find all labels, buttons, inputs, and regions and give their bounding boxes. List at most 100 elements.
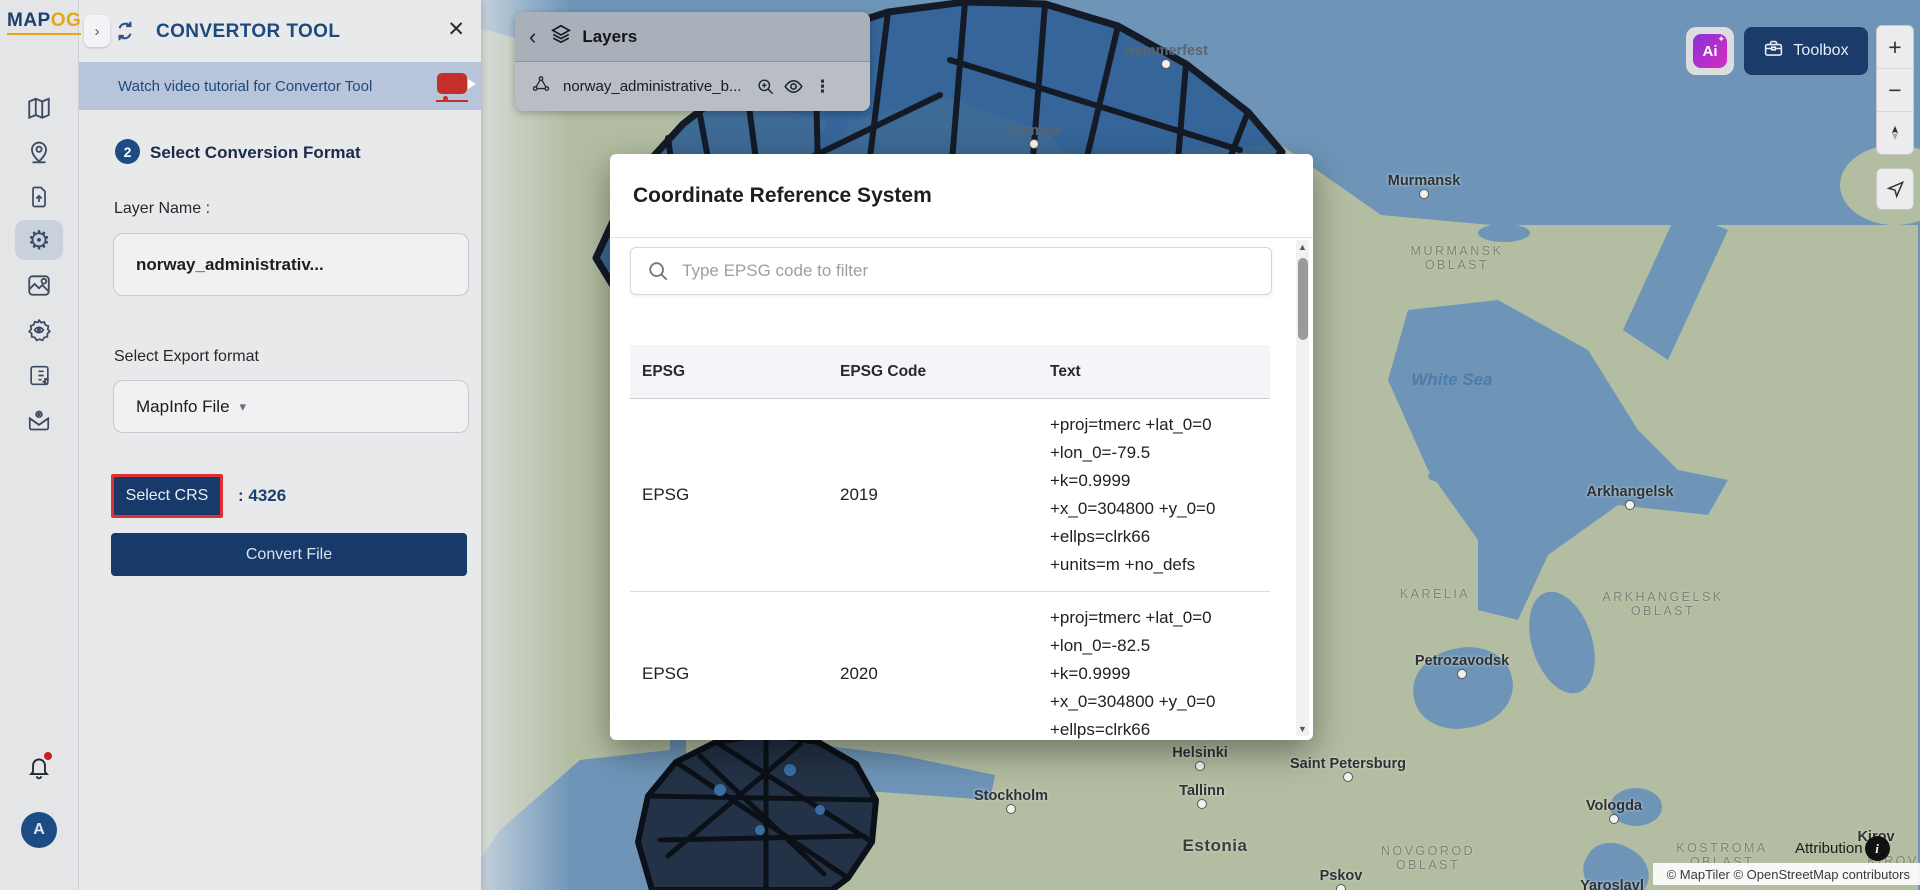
attribution-label: Attribution bbox=[1795, 840, 1863, 857]
modal-scrollbar[interactable]: ▲ ▼ bbox=[1296, 240, 1309, 736]
convertor-tool-panel: › CONVERTOR TOOL ✕ Watch video tutorial … bbox=[78, 0, 481, 890]
crs-current-value: : 4326 bbox=[238, 486, 286, 506]
layer-options-kebab-icon[interactable]: ⋮ bbox=[814, 77, 831, 97]
crs-modal: Coordinate Reference System Type EPSG co… bbox=[610, 154, 1313, 740]
back-chevron-icon[interactable]: ‹ bbox=[529, 27, 536, 47]
city-marker bbox=[1343, 772, 1353, 782]
panel-shadow-fade bbox=[481, 0, 571, 890]
scroll-down-arrow[interactable]: ▼ bbox=[1296, 724, 1309, 734]
sidebar-item-mail[interactable] bbox=[15, 400, 63, 440]
map-label: White Sea bbox=[1411, 370, 1492, 390]
layer-name-value: norway_administrativ... bbox=[136, 255, 324, 275]
sidebar-item-map[interactable] bbox=[15, 88, 63, 128]
step-label: Select Conversion Format bbox=[150, 143, 361, 163]
convert-file-label: Convert File bbox=[246, 546, 332, 564]
map-label: Vologda bbox=[1586, 798, 1642, 814]
sidebar-item-report[interactable] bbox=[15, 355, 63, 395]
chevron-down-icon: ▾ bbox=[240, 399, 247, 415]
mapog-logo[interactable]: MAPOG bbox=[7, 10, 81, 35]
city-marker bbox=[1006, 804, 1016, 814]
icon-sidebar: MAPOG ⚙ A bbox=[0, 0, 79, 890]
ai-icon: Ai✦ bbox=[1693, 34, 1727, 68]
mail-pin-icon bbox=[26, 407, 52, 433]
map-media-icon bbox=[26, 272, 52, 298]
layers-panel: ‹ Layers norway_administrative_b... ⋮ bbox=[515, 12, 870, 111]
city-marker bbox=[1457, 669, 1467, 679]
map-label: Stockholm bbox=[974, 788, 1048, 804]
collapse-panel-button[interactable]: › bbox=[84, 15, 110, 47]
step-number-badge: 2 bbox=[115, 139, 140, 164]
map-label: ARKHANGELSK OBLAST bbox=[1602, 590, 1723, 618]
cell-code: 2020 bbox=[840, 592, 1050, 740]
crs-table-row[interactable]: EPSG 2019 +proj=tmerc +lat_0=0 +lon_0=-7… bbox=[630, 399, 1270, 592]
map-label: Tallinn bbox=[1179, 783, 1225, 799]
city-marker bbox=[1161, 59, 1171, 69]
map-label: NOVGOROD OBLAST bbox=[1381, 844, 1475, 872]
epsg-search-input[interactable]: Type EPSG code to filter bbox=[630, 247, 1272, 295]
layer-visibility-eye-icon[interactable] bbox=[783, 76, 804, 97]
sidebar-item-location[interactable] bbox=[15, 132, 63, 172]
zoom-to-layer-icon[interactable] bbox=[756, 77, 775, 96]
watch-video-label: Watch video tutorial for Convertor Tool bbox=[118, 78, 372, 95]
navigate-arrow-icon bbox=[1886, 180, 1905, 199]
city-marker bbox=[1197, 799, 1207, 809]
sparkle-icon: ✦ bbox=[1717, 34, 1725, 45]
attribution-toggle[interactable]: Attribution i bbox=[1795, 836, 1890, 861]
search-icon bbox=[647, 260, 669, 282]
sidebar-item-upload[interactable] bbox=[15, 177, 63, 217]
map-label: Arkhangelsk bbox=[1586, 484, 1673, 500]
convert-file-button[interactable]: Convert File bbox=[111, 533, 467, 576]
map-icon bbox=[26, 95, 52, 121]
map-label: Murmansk bbox=[1388, 173, 1461, 189]
toolbox-button[interactable]: Toolbox bbox=[1744, 27, 1868, 75]
ai-assistant-button[interactable]: Ai✦ bbox=[1686, 27, 1734, 75]
toolbox-label: Toolbox bbox=[1793, 42, 1848, 60]
watch-video-banner[interactable]: Watch video tutorial for Convertor Tool bbox=[78, 62, 481, 110]
zoom-out-button[interactable]: − bbox=[1877, 69, 1913, 112]
file-upload-icon bbox=[27, 185, 51, 209]
zoom-in-button[interactable]: + bbox=[1877, 26, 1913, 69]
layer-name: norway_administrative_b... bbox=[563, 78, 748, 95]
col-epsg-code: EPSG Code bbox=[840, 363, 1050, 381]
map-label: Helsinki bbox=[1172, 745, 1228, 761]
export-format-value: MapInfo File bbox=[136, 397, 230, 417]
crs-table-header: EPSG EPSG Code Text bbox=[630, 345, 1270, 399]
toolbox-icon bbox=[1763, 38, 1784, 64]
sidebar-item-map-media[interactable] bbox=[15, 265, 63, 305]
map-label: Tromsø bbox=[1008, 123, 1060, 139]
sidebar-item-view-settings[interactable] bbox=[15, 310, 63, 350]
scrollbar-thumb[interactable] bbox=[1298, 258, 1308, 340]
locate-button[interactable] bbox=[1876, 168, 1914, 210]
map-zoom-controls: + − bbox=[1876, 25, 1914, 155]
compass-icon bbox=[1886, 124, 1904, 142]
map-label: MURMANSK OBLAST bbox=[1411, 244, 1504, 272]
cell-code: 2019 bbox=[840, 399, 1050, 591]
cell-epsg: EPSG bbox=[630, 399, 840, 591]
map-label: Saint Petersburg bbox=[1290, 756, 1406, 772]
cell-text: +proj=tmerc +lat_0=0 +lon_0=-82.5 +k=0.9… bbox=[1050, 592, 1270, 740]
col-epsg: EPSG bbox=[630, 363, 840, 381]
scroll-up-arrow[interactable]: ▲ bbox=[1296, 242, 1309, 252]
city-marker bbox=[1336, 884, 1346, 890]
crs-modal-header: Coordinate Reference System bbox=[610, 154, 1313, 238]
layer-name-label: Layer Name : bbox=[114, 200, 210, 218]
layer-name-field[interactable]: norway_administrativ... bbox=[113, 233, 469, 296]
select-crs-button[interactable]: Select CRS bbox=[111, 474, 223, 518]
close-panel-button[interactable]: ✕ bbox=[447, 17, 465, 43]
map-label: Yaroslavl bbox=[1580, 878, 1644, 890]
sidebar-item-convertor[interactable]: ⚙ bbox=[15, 220, 63, 260]
avatar[interactable]: A bbox=[21, 812, 57, 848]
crs-table-row[interactable]: EPSG 2020 +proj=tmerc +lat_0=0 +lon_0=-8… bbox=[630, 592, 1270, 740]
youtube-icon bbox=[437, 73, 467, 94]
location-pin-icon bbox=[26, 139, 52, 165]
export-format-select[interactable]: MapInfo File ▾ bbox=[113, 380, 469, 433]
layers-panel-header: ‹ Layers bbox=[515, 12, 870, 62]
map-label: Hammerfest bbox=[1124, 43, 1208, 59]
panel-title: CONVERTOR TOOL bbox=[156, 21, 340, 43]
compass-button[interactable] bbox=[1877, 112, 1913, 154]
layers-stack-icon bbox=[550, 23, 572, 50]
process-gear-icon: ⚙ bbox=[27, 227, 50, 253]
layer-list-item[interactable]: norway_administrative_b... ⋮ bbox=[515, 62, 870, 111]
notification-dot bbox=[44, 752, 52, 760]
city-marker bbox=[1419, 189, 1429, 199]
